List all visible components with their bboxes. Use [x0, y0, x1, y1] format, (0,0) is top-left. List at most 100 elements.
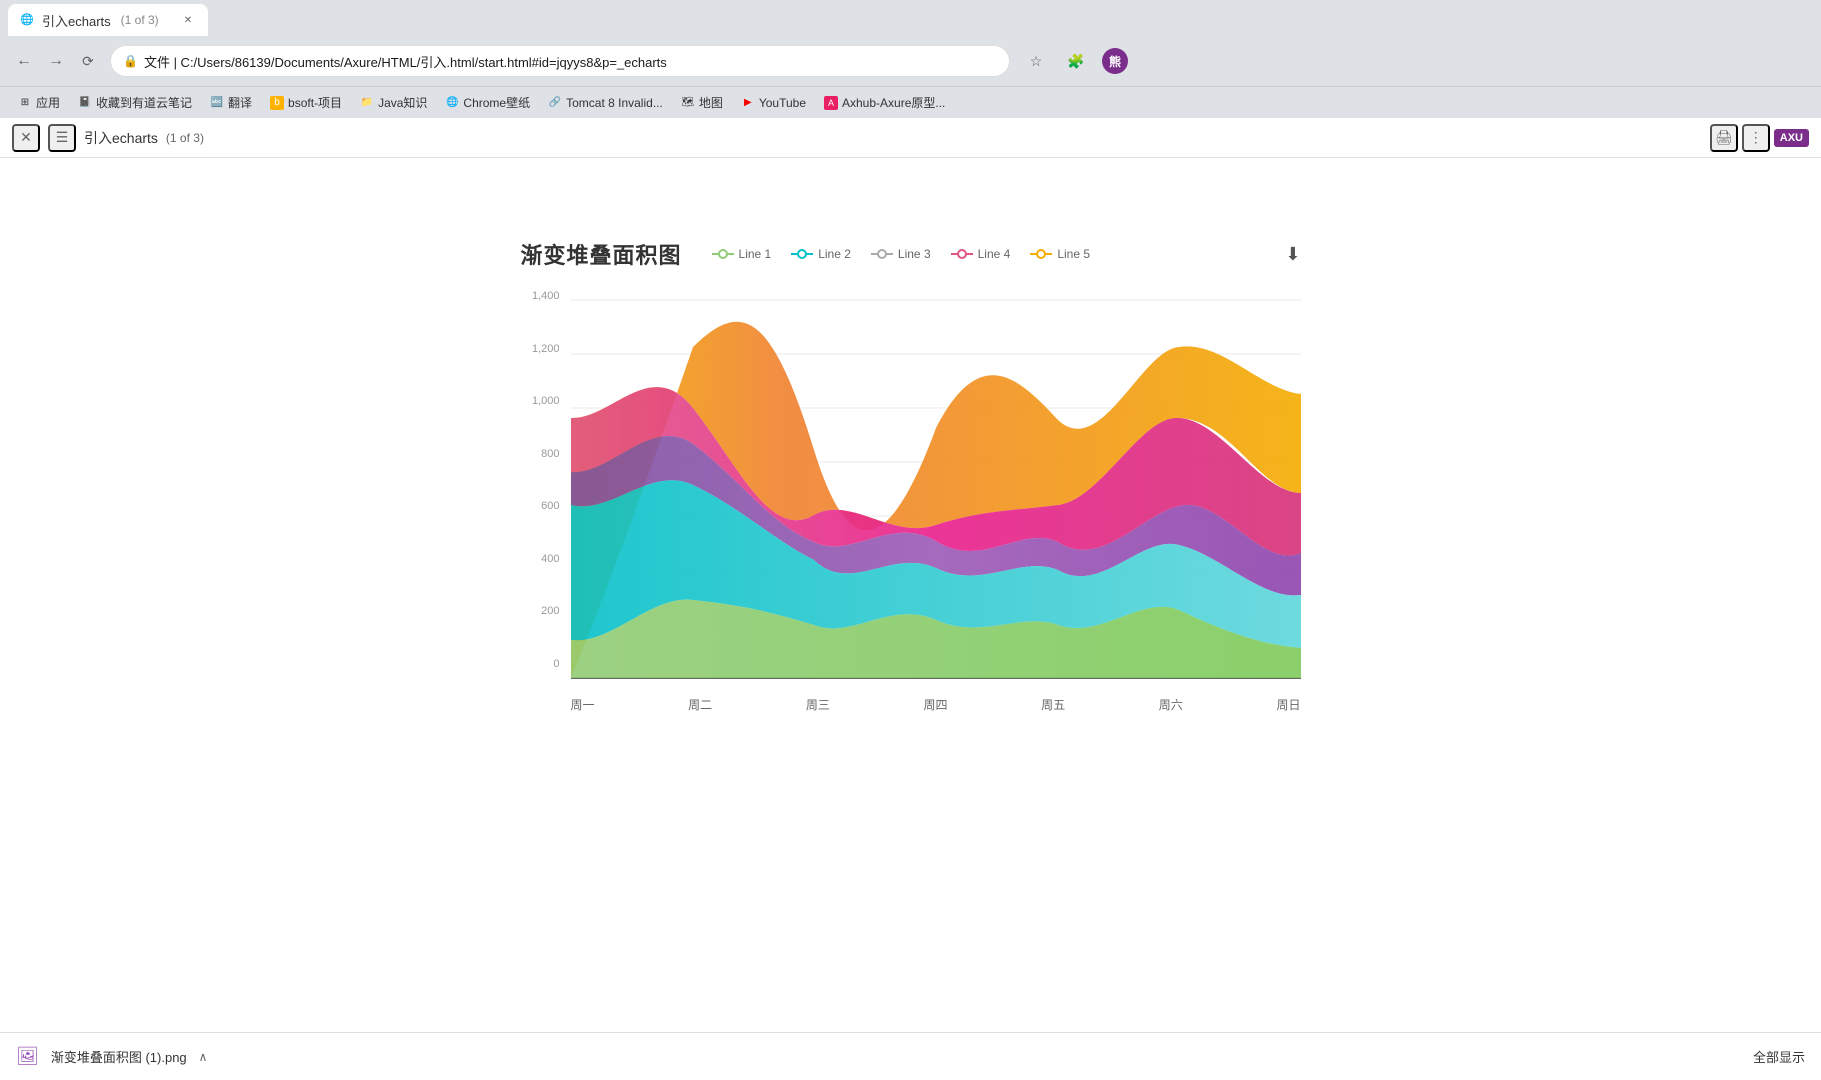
main-content: 渐变堆叠面积图 Line 1 Line 2 [0, 158, 1821, 1058]
forward-button[interactable]: → [42, 47, 70, 75]
legend-line3-label: Line 3 [898, 247, 931, 261]
download-file-icon: 🖼 [16, 1046, 39, 1067]
y-label-1000: 1,000 [521, 395, 560, 407]
tab-title: 引入echarts [42, 11, 111, 30]
refresh-button[interactable]: ⟳ [74, 47, 102, 75]
close-tab-button[interactable]: ✕ [180, 12, 196, 28]
legend-line2: Line 2 [791, 247, 851, 261]
menu-button[interactable]: ☰ [48, 124, 76, 152]
bookmark-star-button[interactable]: ☆ [1022, 47, 1050, 75]
y-label-400: 400 [521, 553, 560, 565]
tab-page: (1 of 3) [121, 13, 159, 27]
address-bar-row: ← → ⟳ 🔒 文件 | C:/Users/86139/Documents/Ax… [0, 36, 1821, 86]
download-bar: 🖼 渐变堆叠面积图 (1).png ∧ 全部显示 [0, 1032, 1821, 1080]
address-bar[interactable]: 🔒 文件 | C:/Users/86139/Documents/Axure/HT… [110, 45, 1010, 77]
download-file-info: 渐变堆叠面积图 (1).png [51, 1047, 187, 1066]
y-axis: 1,400 1,200 1,000 800 600 400 200 0 [521, 290, 566, 670]
tab-bar: 🌐 引入echarts (1 of 3) ✕ [0, 0, 1821, 36]
apps-icon: ⊞ [18, 96, 32, 110]
bookmark-chrome-wallpaper[interactable]: 🌐 Chrome壁纸 [437, 90, 538, 115]
x-label-tuesday: 周二 [688, 696, 712, 713]
legend-line2-label: Line 2 [818, 247, 851, 261]
x-label-sunday: 周日 [1276, 696, 1300, 713]
nav-buttons: ← → ⟳ [10, 47, 102, 75]
bookmark-youtube-label: YouTube [759, 96, 806, 110]
y-label-200: 200 [521, 605, 560, 617]
chart-legend: Line 1 Line 2 Line 3 [712, 247, 1266, 261]
bookmark-youtube[interactable]: ▶ YouTube [733, 92, 814, 114]
bookmark-chrome-label: Chrome壁纸 [463, 94, 530, 111]
bookmark-youdao[interactable]: 📓 收藏到有道云笔记 [70, 90, 200, 115]
chart-svg [571, 290, 1301, 690]
active-tab[interactable]: 🌐 引入echarts (1 of 3) ✕ [8, 4, 208, 36]
bookmark-axhub-label: Axhub-Axure原型... [842, 94, 945, 111]
bookmark-apps-label: 应用 [36, 94, 60, 111]
bookmark-tomcat[interactable]: 🔗 Tomcat 8 Invalid... [540, 92, 671, 114]
x-label-monday: 周一 [571, 696, 595, 713]
x-label-thursday: 周四 [923, 696, 947, 713]
y-label-600: 600 [521, 500, 560, 512]
x-label-wednesday: 周三 [806, 696, 830, 713]
legend-line1: Line 1 [712, 247, 772, 261]
legend-line2-svg [791, 248, 813, 260]
bookmark-map[interactable]: 🗺 地图 [673, 90, 731, 115]
axhub-icon: A [824, 96, 838, 110]
lock-icon: 🔒 [123, 54, 138, 68]
legend-line4-label: Line 4 [978, 247, 1011, 261]
y-label-800: 800 [521, 448, 560, 460]
bookmark-axhub[interactable]: A Axhub-Axure原型... [816, 90, 953, 115]
download-expand-button[interactable]: ∧ [199, 1050, 208, 1064]
y-label-1400: 1,400 [521, 290, 560, 302]
legend-line5-label: Line 5 [1057, 247, 1090, 261]
chart-container: 渐变堆叠面积图 Line 1 Line 2 [521, 238, 1301, 713]
legend-line4: Line 4 [951, 247, 1011, 261]
bookmark-java[interactable]: 📁 Java知识 [352, 90, 435, 115]
x-label-friday: 周五 [1041, 696, 1065, 713]
legend-line4-svg [951, 248, 973, 260]
tomcat-icon: 🔗 [548, 96, 562, 110]
legend-line5: Line 5 [1030, 247, 1090, 261]
y-label-0: 0 [521, 658, 560, 670]
toolbar-right: 🖨 ⋮ AXU [1710, 124, 1809, 152]
bookmark-apps[interactable]: ⊞ 应用 [10, 90, 68, 115]
bookmark-java-label: Java知识 [378, 94, 427, 111]
download-file-name: 渐变堆叠面积图 (1).png [51, 1047, 187, 1066]
bsoft-icon: b [270, 96, 284, 110]
legend-line3-svg [871, 248, 893, 260]
x-label-saturday: 周六 [1159, 696, 1183, 713]
bookmarks-bar: ⊞ 应用 📓 收藏到有道云笔记 🔤 翻译 b bsoft-项目 📁 Java知识… [0, 86, 1821, 118]
chart-header: 渐变堆叠面积图 Line 1 Line 2 [521, 238, 1301, 270]
close-button[interactable]: ✕ [12, 124, 40, 152]
back-button[interactable]: ← [10, 47, 38, 75]
page-title: 引入echarts [84, 128, 158, 148]
youtube-icon: ▶ [741, 96, 755, 110]
bookmark-translate[interactable]: 🔤 翻译 [202, 90, 260, 115]
x-axis: 周一 周二 周三 周四 周五 周六 周日 [571, 690, 1301, 713]
legend-line3: Line 3 [871, 247, 931, 261]
bookmark-youdao-label: 收藏到有道云笔记 [96, 94, 192, 111]
bookmark-bsoft-label: bsoft-项目 [288, 94, 342, 111]
bookmark-map-label: 地图 [699, 94, 723, 111]
tab-favicon: 🌐 [20, 13, 34, 27]
bookmark-bsoft[interactable]: b bsoft-项目 [262, 90, 350, 115]
address-text: 文件 | C:/Users/86139/Documents/Axure/HTML… [144, 52, 997, 71]
legend-line5-svg [1030, 248, 1052, 260]
page-info: (1 of 3) [166, 131, 204, 145]
chrome-icon: 🌐 [445, 96, 459, 110]
chart-plot-area: 1,400 1,200 1,000 800 600 400 200 0 [521, 290, 1301, 713]
legend-line1-label: Line 1 [739, 247, 772, 261]
axu-logo: AXU [1774, 129, 1809, 147]
legend-line1-svg [712, 248, 734, 260]
youdao-icon: 📓 [78, 96, 92, 110]
bookmark-tomcat-label: Tomcat 8 Invalid... [566, 96, 663, 110]
print-button[interactable]: 🖨 [1710, 124, 1738, 152]
show-all-downloads-button[interactable]: 全部显示 [1753, 1047, 1805, 1066]
page-toolbar: ✕ ☰ 引入echarts (1 of 3) 🖨 ⋮ AXU [0, 118, 1821, 158]
download-chart-button[interactable]: ⬇ [1285, 244, 1300, 265]
translate-icon: 🔤 [210, 96, 224, 110]
map-icon: 🗺 [681, 96, 695, 110]
more-options-button[interactable]: ⋮ [1742, 124, 1770, 152]
profile-avatar-button[interactable]: 熊 [1102, 48, 1128, 74]
bookmark-translate-label: 翻译 [228, 94, 252, 111]
extensions-button[interactable]: 🧩 [1062, 47, 1090, 75]
